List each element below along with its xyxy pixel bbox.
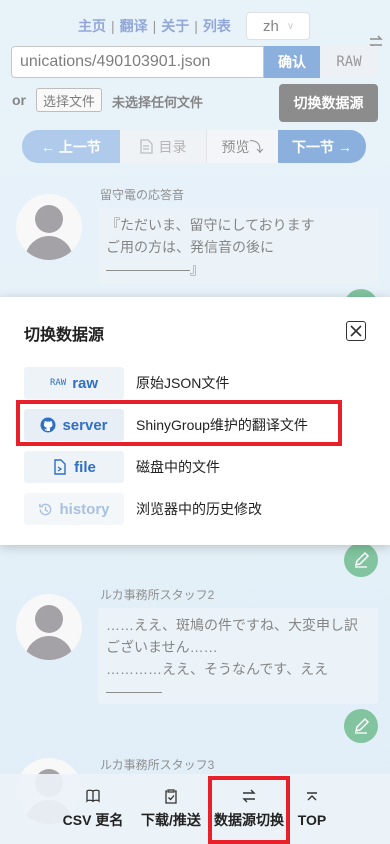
option-label: history: [59, 500, 110, 518]
bottom-toolbar: CSV 更名 下载/推送 数据源切换 TOP: [0, 774, 390, 844]
switch-source-dialog: 切换数据源 RAW raw 原始JSON文件 server ShinyGroup…: [0, 297, 390, 545]
close-icon: [350, 325, 362, 337]
top-button[interactable]: TOP: [290, 774, 334, 844]
file-icon: [54, 459, 66, 475]
option-label: file: [74, 458, 96, 476]
highlight-box: [208, 776, 290, 844]
file-source-button[interactable]: file: [24, 451, 124, 483]
toolbar-label: TOP: [297, 812, 327, 828]
option-description: 浏览器中的历史修改: [136, 501, 262, 517]
option-label: raw: [72, 374, 99, 392]
dialog-title: 切换数据源: [24, 327, 105, 344]
highlight-box: [16, 400, 342, 446]
option-description: 原始JSON文件: [136, 375, 230, 391]
source-option-raw: RAW raw 原始JSON文件: [24, 367, 229, 399]
clipboard-icon: [165, 789, 177, 804]
toolbar-label: 下载/推送: [141, 812, 201, 828]
book-icon: [86, 789, 100, 803]
close-button[interactable]: [346, 321, 366, 341]
top-icon: [307, 792, 317, 801]
toolbar-label: CSV 更名: [62, 812, 124, 828]
csv-rename-button[interactable]: CSV 更名: [58, 774, 128, 844]
history-source-button[interactable]: history: [24, 493, 124, 525]
raw-icon: RAW: [49, 378, 67, 388]
raw-source-button[interactable]: RAW raw: [24, 367, 124, 399]
source-option-file: file 磁盘中的文件: [24, 451, 220, 483]
source-option-history: history 浏览器中的历史修改: [24, 493, 262, 525]
option-description: 磁盘中的文件: [136, 459, 220, 475]
history-icon: [39, 503, 52, 515]
download-push-button[interactable]: 下载/推送: [136, 774, 206, 844]
